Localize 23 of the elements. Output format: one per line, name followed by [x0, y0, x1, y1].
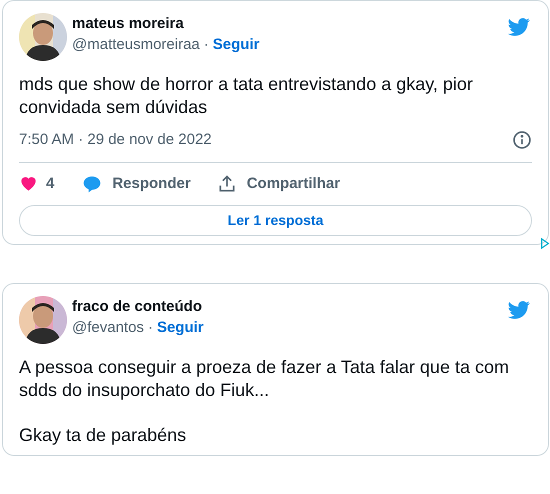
follow-link[interactable]: Seguir — [212, 35, 260, 55]
share-icon — [216, 174, 237, 194]
bird-icon[interactable] — [506, 16, 532, 38]
separator-dot: · — [148, 318, 153, 338]
author-name[interactable]: mateus moreira — [72, 14, 501, 34]
author-handle[interactable]: @fevantos — [72, 318, 144, 338]
tweet-text: Gkay ta de parabéns — [19, 424, 188, 447]
ad-choices-icon[interactable] — [540, 237, 550, 250]
author-handle[interactable]: @matteusmoreiraa — [72, 35, 200, 55]
share-button[interactable]: Compartilhar — [216, 172, 340, 195]
info-icon[interactable] — [512, 130, 532, 150]
read-replies-button[interactable]: Ler 1 resposta — [19, 205, 532, 236]
like-count: 4 — [46, 174, 54, 194]
heart-icon[interactable] — [19, 174, 38, 194]
tweet-text: mds que show de horror a tata entrevistando a gkay, pior convidada sem dúvidas — [19, 73, 474, 119]
follow-link[interactable]: Seguir — [156, 318, 204, 338]
bird-icon[interactable] — [506, 299, 532, 321]
timestamp[interactable]: 7:50 AM · 29 de nov de 2022 — [19, 129, 212, 152]
reply-button[interactable]: Responder — [82, 172, 191, 195]
separator-dot: · — [204, 35, 209, 55]
tweet-text: A pessoa conseguir a proeza de fazer a Tata falar que ta com sdds do insuporchato do Fiuk... — [19, 356, 510, 402]
author-name[interactable]: fraco de conteúdo — [72, 297, 501, 317]
speech-bubble-icon — [82, 174, 102, 194]
